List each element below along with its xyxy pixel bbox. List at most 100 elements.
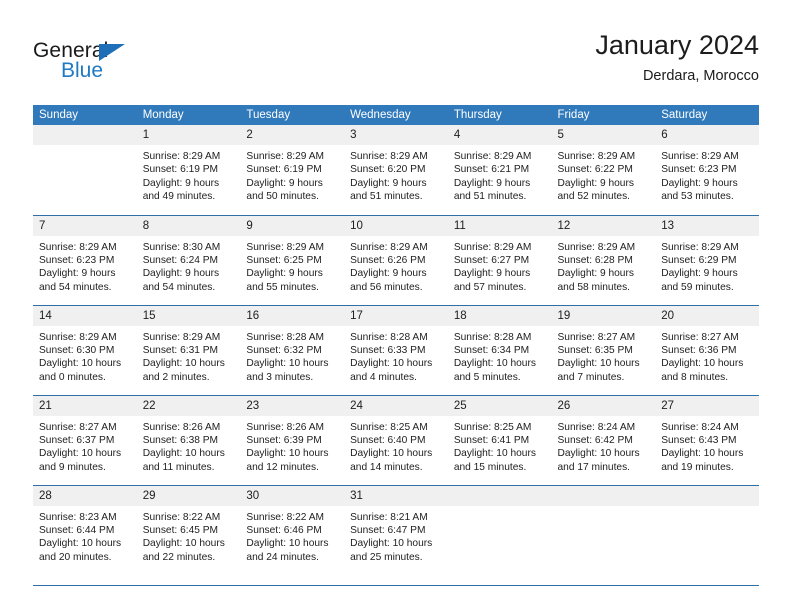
day-details: Sunrise: 8:24 AM Sunset: 6:42 PM Daylight:… [552, 416, 656, 475]
day-cell[interactable]: 6 Sunrise: 8:29 AM Sunset: 6:23 PM Daylight… [655, 125, 759, 214]
daylight-duration-line1: Daylight: 10 hours [39, 358, 122, 370]
sunset-time: Sunset: 6:47 PM [350, 524, 426, 536]
sunset-time: Sunset: 6:37 PM [39, 434, 115, 446]
daylight-duration-line2: and 52 minutes. [557, 191, 631, 203]
calendar-cell: 3 Sunrise: 8:29 AM Sunset: 6:20 PM Daylight… [344, 125, 448, 215]
sunset-time: Sunset: 6:22 PM [557, 164, 633, 176]
daylight-duration-line1: Daylight: 10 hours [350, 358, 433, 370]
day-cell[interactable]: 3 Sunrise: 8:29 AM Sunset: 6:20 PM Daylight… [344, 125, 448, 214]
daylight-duration-line1: Daylight: 10 hours [142, 538, 225, 550]
day-number: 3 [344, 125, 448, 145]
daylight-duration-line2: and 20 minutes. [39, 551, 112, 563]
day-number: 12 [551, 215, 656, 236]
day-number: 24 [344, 395, 448, 416]
day-cell[interactable]: 23 Sunrise: 8:26 AM Sunset: 6:39 PM Dayligh… [240, 395, 345, 485]
day-details: Sunrise: 8:28 AM Sunset: 6:32 PM Daylight:… [240, 326, 344, 385]
day-cell[interactable]: 5 Sunrise: 8:29 AM Sunset: 6:22 PM Daylight… [551, 125, 656, 214]
sunset-time: Sunset: 6:46 PM [246, 524, 322, 536]
calendar-cell: 24 Sunrise: 8:25 AM Sunset: 6:40 PM Dayligh… [344, 394, 448, 485]
daylight-duration-line2: and 17 minutes. [557, 461, 631, 473]
daylight-duration-line2: and 53 minutes. [661, 191, 734, 203]
day-number: 20 [655, 305, 759, 326]
sunset-time: Sunset: 6:41 PM [453, 434, 530, 446]
day-cell[interactable]: 12 Sunrise: 8:29 AM Sunset: 6:28 PM Dayligh… [551, 215, 656, 305]
calendar-cell: 7 Sunrise: 8:29 AM Sunset: 6:23 PM Daylight… [33, 214, 137, 305]
sunrise-time: Sunrise: 8:22 AM [246, 511, 324, 523]
day-cell[interactable]: 10 Sunrise: 8:29 AM Sunset: 6:26 PM Dayligh… [344, 215, 448, 305]
day-cell[interactable]: 20 Sunrise: 8:27 AM Sunset: 6:36 PM Dayligh… [655, 305, 759, 395]
daylight-duration-line1: Daylight: 10 hours [246, 448, 329, 460]
day-cell[interactable]: 30 Sunrise: 8:22 AM Sunset: 6:46 PM Dayligh… [240, 485, 345, 575]
title-block: January 2024 Derdara, Morocco [595, 28, 759, 86]
day-details: Sunrise: 8:29 AM Sunset: 6:19 PM Daylight:… [137, 145, 241, 204]
page-header: General Blue January 2024 Derdara, Moroc… [33, 28, 759, 98]
daylight-duration-line2: and 4 minutes. [350, 371, 417, 383]
daylight-duration-line2: and 11 minutes. [142, 461, 215, 473]
daylight-duration-line2: and 12 minutes. [246, 461, 319, 473]
day-cell[interactable]: 26 Sunrise: 8:24 AM Sunset: 6:42 PM Dayligh… [551, 395, 656, 485]
day-cell[interactable]: 28 Sunrise: 8:23 AM Sunset: 6:44 PM Dayligh… [33, 485, 137, 575]
calendar-cell: 20 Sunrise: 8:27 AM Sunset: 6:36 PM Dayligh… [655, 304, 759, 395]
day-details: Sunrise: 8:29 AM Sunset: 6:23 PM Daylight:… [33, 236, 137, 295]
sunrise-time: Sunrise: 8:29 AM [142, 331, 221, 343]
day-details: Sunrise: 8:29 AM Sunset: 6:30 PM Daylight:… [33, 326, 137, 385]
day-cell[interactable]: 25 Sunrise: 8:25 AM Sunset: 6:41 PM Dayligh… [447, 395, 552, 485]
day-number: 17 [344, 305, 448, 326]
day-details: Sunrise: 8:27 AM Sunset: 6:36 PM Daylight:… [655, 326, 759, 385]
daylight-duration-line2: and 49 minutes. [142, 191, 216, 203]
day-cell[interactable]: 13 Sunrise: 8:29 AM Sunset: 6:29 PM Dayligh… [655, 215, 759, 305]
sunset-time: Sunset: 6:45 PM [142, 524, 219, 536]
day-cell[interactable]: 11 Sunrise: 8:29 AM Sunset: 6:27 PM Dayligh… [447, 215, 552, 305]
day-number: 21 [33, 395, 137, 416]
calendar-week-row: 1 Sunrise: 8:29 AM Sunset: 6:19 PM Daylight… [33, 125, 759, 215]
day-cell[interactable]: 14 Sunrise: 8:29 AM Sunset: 6:30 PM Dayligh… [33, 305, 137, 395]
daylight-duration-line1: Daylight: 9 hours [453, 268, 531, 280]
sunset-time: Sunset: 6:31 PM [142, 344, 219, 356]
day-cell[interactable]: 18 Sunrise: 8:28 AM Sunset: 6:34 PM Dayligh… [447, 305, 552, 395]
day-number: 18 [447, 305, 552, 326]
day-cell[interactable]: 15 Sunrise: 8:29 AM Sunset: 6:31 PM Dayligh… [136, 305, 241, 395]
weekday-header-monday: Monday [136, 105, 241, 125]
weekday-header-sunday: Sunday [33, 105, 137, 125]
day-cell[interactable]: 24 Sunrise: 8:25 AM Sunset: 6:40 PM Dayligh… [344, 395, 448, 485]
sunrise-time: Sunrise: 8:25 AM [453, 421, 532, 433]
day-details: Sunrise: 8:21 AM Sunset: 6:47 PM Daylight:… [344, 506, 448, 565]
day-cell[interactable]: 29 Sunrise: 8:22 AM Sunset: 6:45 PM Dayligh… [136, 485, 241, 575]
daylight-duration-line1: Daylight: 9 hours [246, 177, 323, 189]
daylight-duration-line2: and 55 minutes. [246, 281, 319, 293]
day-cell[interactable]: 7 Sunrise: 8:29 AM Sunset: 6:23 PM Daylight… [33, 215, 137, 305]
sunset-time: Sunset: 6:28 PM [557, 254, 633, 266]
sunset-time: Sunset: 6:32 PM [246, 344, 322, 356]
calendar-cell: 6 Sunrise: 8:29 AM Sunset: 6:23 PM Daylight… [655, 125, 759, 215]
day-cell[interactable]: 1 Sunrise: 8:29 AM Sunset: 6:19 PM Daylight… [136, 125, 241, 214]
day-cell[interactable]: 31 Sunrise: 8:21 AM Sunset: 6:47 PM Dayligh… [344, 485, 448, 575]
day-cell[interactable]: 21 Sunrise: 8:27 AM Sunset: 6:37 PM Dayligh… [33, 395, 137, 485]
daylight-duration-line2: and 24 minutes. [246, 551, 319, 563]
day-details: Sunrise: 8:23 AM Sunset: 6:44 PM Daylight:… [33, 506, 137, 565]
daylight-duration-line1: Daylight: 10 hours [453, 358, 536, 370]
day-cell-empty [33, 125, 137, 214]
day-cell[interactable]: 22 Sunrise: 8:26 AM Sunset: 6:38 PM Dayligh… [136, 395, 241, 485]
sunset-time: Sunset: 6:19 PM [246, 164, 322, 176]
day-cell[interactable]: 2 Sunrise: 8:29 AM Sunset: 6:19 PM Daylight… [240, 125, 345, 214]
day-number: 6 [655, 125, 759, 145]
sunset-time: Sunset: 6:34 PM [453, 344, 530, 356]
sunset-time: Sunset: 6:19 PM [142, 164, 219, 176]
day-cell[interactable]: 4 Sunrise: 8:29 AM Sunset: 6:21 PM Daylight… [447, 125, 552, 214]
day-cell[interactable]: 8 Sunrise: 8:30 AM Sunset: 6:24 PM Daylight… [136, 215, 241, 305]
sunset-time: Sunset: 6:38 PM [142, 434, 219, 446]
day-number [447, 485, 552, 506]
day-number [655, 485, 759, 506]
page-title: January 2024 [595, 30, 759, 60]
daylight-duration-line2: and 15 minutes. [453, 461, 527, 473]
day-number: 13 [655, 215, 759, 236]
day-cell[interactable]: 27 Sunrise: 8:24 AM Sunset: 6:43 PM Dayligh… [655, 395, 759, 485]
calendar-week-row: 28 Sunrise: 8:23 AM Sunset: 6:44 PM Dayligh… [33, 484, 759, 575]
daylight-duration-line2: and 3 minutes. [246, 371, 314, 383]
sunrise-time: Sunrise: 8:29 AM [39, 331, 117, 343]
day-cell[interactable]: 16 Sunrise: 8:28 AM Sunset: 6:32 PM Dayligh… [240, 305, 345, 395]
day-cell[interactable]: 17 Sunrise: 8:28 AM Sunset: 6:33 PM Dayligh… [344, 305, 448, 395]
day-details [33, 145, 137, 150]
day-cell[interactable]: 19 Sunrise: 8:27 AM Sunset: 6:35 PM Dayligh… [551, 305, 656, 395]
day-cell[interactable]: 9 Sunrise: 8:29 AM Sunset: 6:25 PM Daylight… [240, 215, 345, 305]
